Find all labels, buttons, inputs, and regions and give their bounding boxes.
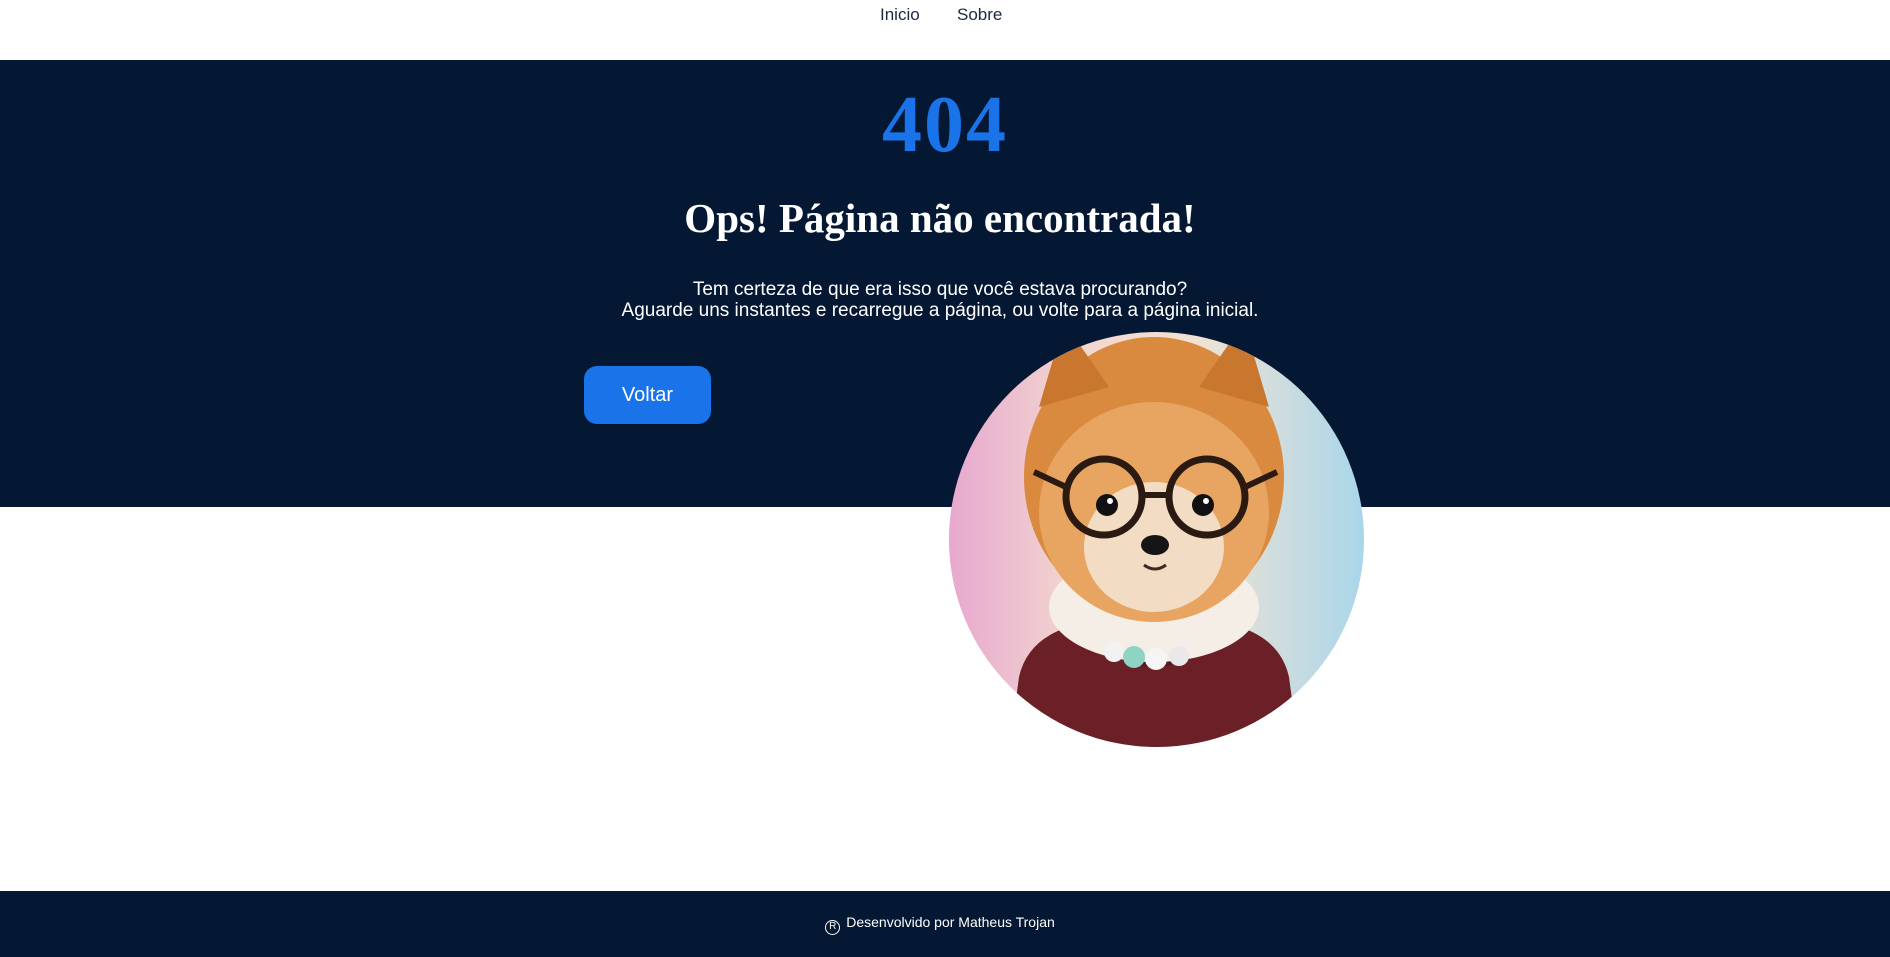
back-button[interactable]: Voltar	[584, 366, 711, 424]
dog-photo-circle	[949, 332, 1364, 747]
top-nav: Inicio Sobre	[0, 0, 1890, 60]
hero-section: 404 Ops! Página não encontrada! Tem cert…	[0, 60, 1890, 507]
dog-illustration-icon	[1009, 332, 1299, 747]
page-title: Ops! Página não encontrada!	[684, 195, 1196, 241]
nav-link-inicio[interactable]: Inicio	[880, 5, 920, 25]
error-code: 404	[882, 81, 1008, 169]
footer-text: Desenvolvido por Matheus Trojan	[846, 914, 1055, 930]
registered-icon: R	[825, 920, 841, 935]
dog-image	[949, 332, 1364, 747]
footer: R Desenvolvido por Matheus Trojan	[0, 891, 1890, 957]
nav-link-sobre[interactable]: Sobre	[957, 5, 1002, 25]
hero-text-line-2: Aguarde uns instantes e recarregue a pág…	[621, 300, 1259, 321]
hero-text-line-1: Tem certeza de que era isso que você est…	[692, 279, 1188, 300]
footer-credit: R Desenvolvido por Matheus Trojan	[0, 914, 1880, 935]
